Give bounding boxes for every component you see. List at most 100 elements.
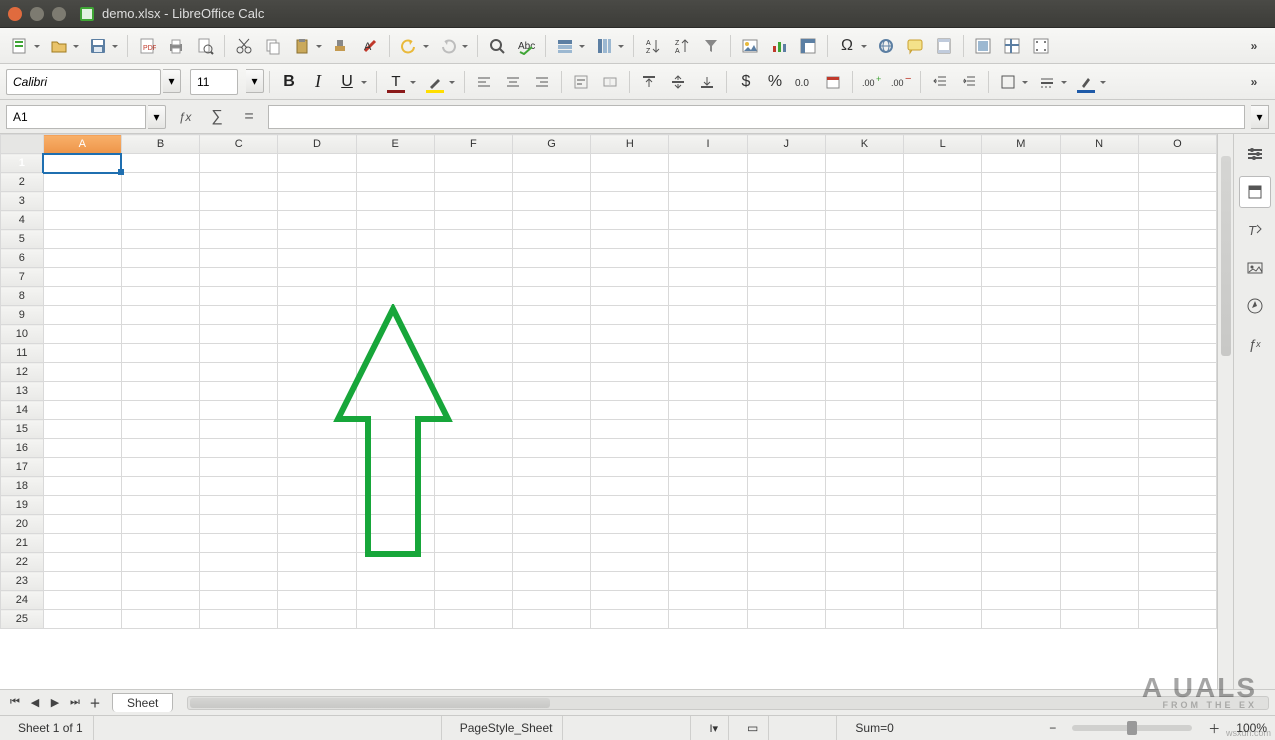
align-center-button[interactable] (499, 68, 527, 96)
cell[interactable] (121, 591, 199, 610)
cell[interactable] (747, 287, 825, 306)
save-button[interactable] (84, 32, 122, 60)
cell[interactable] (747, 420, 825, 439)
freeze-button[interactable] (998, 32, 1026, 60)
percent-button[interactable]: % (761, 68, 789, 96)
cell[interactable] (1138, 420, 1216, 439)
cell[interactable] (1138, 553, 1216, 572)
cell[interactable] (982, 154, 1060, 173)
formatbar-overflow-button[interactable]: » (1241, 68, 1269, 96)
cell[interactable] (512, 515, 590, 534)
cell[interactable] (904, 287, 982, 306)
font-color-button[interactable]: T (382, 68, 420, 96)
row-header[interactable]: 24 (1, 591, 44, 610)
cell[interactable] (591, 553, 669, 572)
cell[interactable] (669, 420, 747, 439)
align-left-button[interactable] (470, 68, 498, 96)
cell[interactable] (434, 439, 512, 458)
row-header[interactable]: 15 (1, 420, 44, 439)
cell[interactable] (434, 211, 512, 230)
add-decimal-button[interactable]: .00+ (858, 68, 886, 96)
cell[interactable] (1138, 192, 1216, 211)
cell[interactable] (121, 515, 199, 534)
insert-image-button[interactable] (736, 32, 764, 60)
cell[interactable] (669, 287, 747, 306)
window-close-button[interactable] (8, 7, 22, 21)
cell[interactable] (356, 553, 434, 572)
cell[interactable] (669, 325, 747, 344)
row-header[interactable]: 25 (1, 610, 44, 629)
cell[interactable] (747, 306, 825, 325)
cell[interactable] (121, 496, 199, 515)
cell[interactable] (1060, 515, 1138, 534)
cell[interactable] (825, 363, 903, 382)
align-right-button[interactable] (528, 68, 556, 96)
sidebar-gallery-button[interactable] (1239, 252, 1271, 284)
cell[interactable] (278, 363, 356, 382)
cell[interactable] (747, 173, 825, 192)
cell[interactable] (434, 192, 512, 211)
cell[interactable] (356, 477, 434, 496)
cell[interactable] (434, 553, 512, 572)
highlight-color-button[interactable] (421, 68, 459, 96)
cell[interactable] (512, 154, 590, 173)
cell[interactable] (747, 382, 825, 401)
cell[interactable] (200, 344, 278, 363)
cell[interactable] (1060, 591, 1138, 610)
cell[interactable] (825, 306, 903, 325)
row-header[interactable]: 3 (1, 192, 44, 211)
decrease-indent-button[interactable] (926, 68, 954, 96)
cell[interactable] (825, 287, 903, 306)
cell[interactable] (904, 154, 982, 173)
cell[interactable] (747, 154, 825, 173)
cell[interactable] (825, 268, 903, 287)
cell[interactable] (1138, 515, 1216, 534)
font-name-dropdown[interactable]: ▾ (163, 69, 181, 93)
undo-button[interactable] (395, 32, 433, 60)
cell[interactable] (278, 344, 356, 363)
cell[interactable] (356, 515, 434, 534)
cell[interactable] (356, 572, 434, 591)
cell[interactable] (904, 401, 982, 420)
cell[interactable] (904, 496, 982, 515)
cell[interactable] (43, 458, 121, 477)
cell[interactable] (434, 515, 512, 534)
cell[interactable] (982, 249, 1060, 268)
sheet-add-button[interactable]: ＋ (86, 694, 104, 712)
cell[interactable] (200, 572, 278, 591)
cell[interactable] (1060, 553, 1138, 572)
cell[interactable] (747, 211, 825, 230)
cell[interactable] (356, 439, 434, 458)
row-header[interactable]: 20 (1, 515, 44, 534)
cell[interactable] (1138, 268, 1216, 287)
cell[interactable] (200, 439, 278, 458)
cell[interactable] (982, 553, 1060, 572)
sidebar-navigator-button[interactable] (1239, 290, 1271, 322)
sidebar-styles-button[interactable]: T (1239, 214, 1271, 246)
cell[interactable] (982, 268, 1060, 287)
cell[interactable] (512, 211, 590, 230)
borders-button[interactable] (994, 68, 1032, 96)
sort-desc-button[interactable]: ZA (668, 32, 696, 60)
border-style-button[interactable] (1033, 68, 1071, 96)
sheet-prev-button[interactable]: ◀ (26, 694, 44, 712)
cell[interactable] (982, 477, 1060, 496)
cell[interactable] (669, 382, 747, 401)
cell[interactable] (43, 211, 121, 230)
autofilter-button[interactable] (697, 32, 725, 60)
cell[interactable] (43, 154, 121, 173)
cell[interactable] (591, 439, 669, 458)
cell[interactable] (825, 230, 903, 249)
cell[interactable] (904, 249, 982, 268)
cell[interactable] (278, 173, 356, 192)
cell[interactable] (43, 572, 121, 591)
sheet-tab[interactable]: Sheet (112, 693, 173, 712)
cell[interactable] (669, 211, 747, 230)
merge-cells-button[interactable] (596, 68, 624, 96)
cell[interactable] (1060, 382, 1138, 401)
cell[interactable] (747, 534, 825, 553)
cell[interactable] (1138, 382, 1216, 401)
sheet-last-button[interactable]: ⏭ (66, 694, 84, 712)
cell[interactable] (747, 553, 825, 572)
cell[interactable] (1060, 572, 1138, 591)
